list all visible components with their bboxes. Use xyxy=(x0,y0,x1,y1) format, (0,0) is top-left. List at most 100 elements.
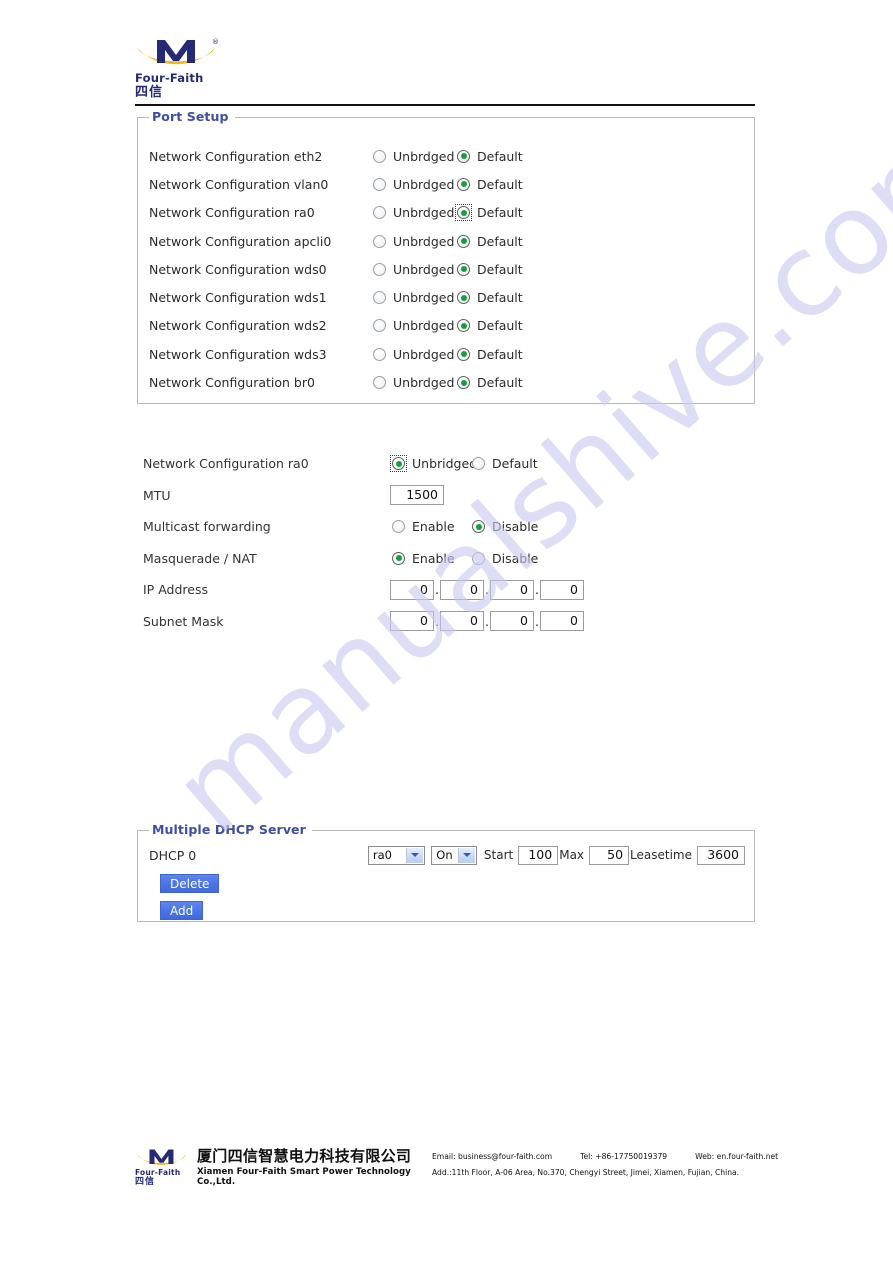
radio-default-icon[interactable] xyxy=(457,347,470,361)
chevron-down-icon[interactable] xyxy=(457,847,475,863)
dhcp-state-select[interactable]: On xyxy=(431,845,477,865)
detail-default-option[interactable]: Default xyxy=(470,455,538,472)
radio-wrap[interactable] xyxy=(455,374,472,391)
dhcp-interface-select[interactable]: ra0 xyxy=(367,845,426,865)
radio-default-icon[interactable] xyxy=(457,291,470,305)
mtu-input[interactable] xyxy=(390,485,444,506)
port-unbridged-option[interactable]: Unbrdged xyxy=(371,204,455,221)
radio-wrap[interactable] xyxy=(455,233,472,250)
radio-unbridged-icon[interactable] xyxy=(373,206,386,220)
radio-wrap[interactable] xyxy=(455,261,472,278)
port-default-option[interactable]: Default xyxy=(455,374,523,391)
radio-disable-icon[interactable] xyxy=(472,551,485,565)
radio-default-icon[interactable] xyxy=(457,262,470,276)
radio-wrap[interactable] xyxy=(470,518,487,535)
radio-wrap[interactable] xyxy=(371,176,388,193)
subnet-octet-4[interactable] xyxy=(539,611,584,632)
radio-wrap[interactable] xyxy=(371,317,388,334)
chevron-down-icon[interactable] xyxy=(406,847,424,863)
radio-unbridged-icon[interactable] xyxy=(373,262,386,276)
radio-wrap[interactable] xyxy=(455,346,472,363)
radio-wrap[interactable] xyxy=(390,518,407,535)
radio-wrap[interactable] xyxy=(455,176,472,193)
radio-unbridged-icon[interactable] xyxy=(373,291,386,305)
port-default-label: Default xyxy=(477,233,523,249)
radio-default-icon[interactable] xyxy=(457,206,470,220)
radio-unbridged-icon[interactable] xyxy=(373,319,386,333)
port-default-option[interactable]: Default xyxy=(455,148,523,165)
subnet-octet-3[interactable] xyxy=(489,611,534,632)
radio-enable-icon[interactable] xyxy=(392,520,405,534)
port-default-option[interactable]: Default xyxy=(455,289,523,306)
dhcp-max-input[interactable] xyxy=(589,845,630,865)
port-default-option[interactable]: Default xyxy=(455,317,523,334)
radio-enable-icon[interactable] xyxy=(392,551,405,565)
radio-wrap[interactable] xyxy=(470,550,487,567)
radio-wrap[interactable] xyxy=(371,148,388,165)
radio-unbridged-icon[interactable] xyxy=(373,177,386,191)
port-row-label: Network Configuration wds3 xyxy=(149,346,327,362)
table-row: Network Configuration eth2 Unbrdged Defa… xyxy=(149,142,749,170)
radio-wrap[interactable] xyxy=(371,233,388,250)
multicast-enable-option[interactable]: Enable xyxy=(390,518,470,535)
radio-wrap-focused[interactable] xyxy=(390,455,407,473)
radio-unbridged-icon[interactable] xyxy=(373,234,386,248)
port-unbridged-option[interactable]: Unbrdged xyxy=(371,261,455,278)
radio-unbridged-icon[interactable] xyxy=(373,149,386,163)
radio-default-icon[interactable] xyxy=(457,234,470,248)
port-unbridged-label: Unbrdged xyxy=(393,205,455,221)
subnet-mask-octets: . . . xyxy=(390,611,585,632)
subnet-octet-2[interactable] xyxy=(439,611,484,632)
port-default-option[interactable]: Default xyxy=(455,346,523,363)
ip-octet-1[interactable] xyxy=(390,579,434,600)
radio-unbridged-icon[interactable] xyxy=(392,457,405,471)
radio-unbridged-icon[interactable] xyxy=(373,376,386,390)
port-unbridged-option[interactable]: Unbrdged xyxy=(371,233,455,250)
ip-octet-3[interactable] xyxy=(489,579,534,600)
port-default-option[interactable]: Default xyxy=(455,176,523,193)
radio-wrap[interactable] xyxy=(390,550,407,567)
masquerade-enable-option[interactable]: Enable xyxy=(390,550,470,567)
radio-default-icon[interactable] xyxy=(457,319,470,333)
radio-wrap[interactable] xyxy=(371,346,388,363)
radio-default-icon[interactable] xyxy=(457,177,470,191)
radio-disable-icon[interactable] xyxy=(472,520,485,534)
port-unbridged-option[interactable]: Unbrdged xyxy=(371,176,455,193)
dhcp-leasetime-input[interactable] xyxy=(697,845,745,865)
radio-wrap[interactable] xyxy=(455,148,472,165)
dhcp-start-input[interactable] xyxy=(518,845,559,865)
radio-unbridged-icon[interactable] xyxy=(373,347,386,361)
add-button[interactable]: Add xyxy=(160,901,204,920)
delete-button[interactable]: Delete xyxy=(160,874,220,893)
radio-wrap[interactable] xyxy=(371,261,388,278)
radio-default-icon[interactable] xyxy=(472,457,485,471)
port-unbridged-option[interactable]: Unbrdged xyxy=(371,317,455,334)
detail-unbridged-option[interactable]: Unbridged xyxy=(390,455,477,473)
port-default-option[interactable]: Default xyxy=(455,261,523,278)
footer-address: Add.:11th Floor, A-06 Area, No.370, Chen… xyxy=(432,1168,740,1177)
masquerade-disable-option[interactable]: Disable xyxy=(470,550,538,567)
radio-wrap[interactable] xyxy=(371,289,388,306)
radio-default-icon[interactable] xyxy=(457,149,470,163)
multicast-disable-option[interactable]: Disable xyxy=(470,518,538,535)
ip-octet-2[interactable] xyxy=(439,579,484,600)
radio-wrap[interactable] xyxy=(455,317,472,334)
port-unbridged-option[interactable]: Unbrdged xyxy=(371,148,455,165)
port-default-option[interactable]: Default xyxy=(455,204,523,222)
radio-default-icon[interactable] xyxy=(457,376,470,390)
port-unbridged-option[interactable]: Unbrdged xyxy=(371,289,455,306)
radio-wrap[interactable] xyxy=(455,289,472,306)
port-unbridged-option[interactable]: Unbrdged xyxy=(371,346,455,363)
port-default-label: Default xyxy=(477,205,523,221)
radio-wrap[interactable] xyxy=(470,455,487,472)
radio-wrap[interactable] xyxy=(371,374,388,391)
radio-wrap[interactable] xyxy=(371,204,388,221)
port-unbridged-option[interactable]: Unbrdged xyxy=(371,374,455,391)
footer-web: Web: en.four-faith.net xyxy=(695,1152,779,1161)
footer-logo: Four-Faith 四信 xyxy=(135,1143,197,1187)
ip-octet-4[interactable] xyxy=(539,579,584,600)
dhcp-body: DHCP 0 ra0 On Start Max Leasetime Delete… xyxy=(149,843,745,920)
radio-wrap-focused[interactable] xyxy=(455,204,472,222)
subnet-octet-1[interactable] xyxy=(390,611,434,632)
port-default-option[interactable]: Default xyxy=(455,233,523,250)
